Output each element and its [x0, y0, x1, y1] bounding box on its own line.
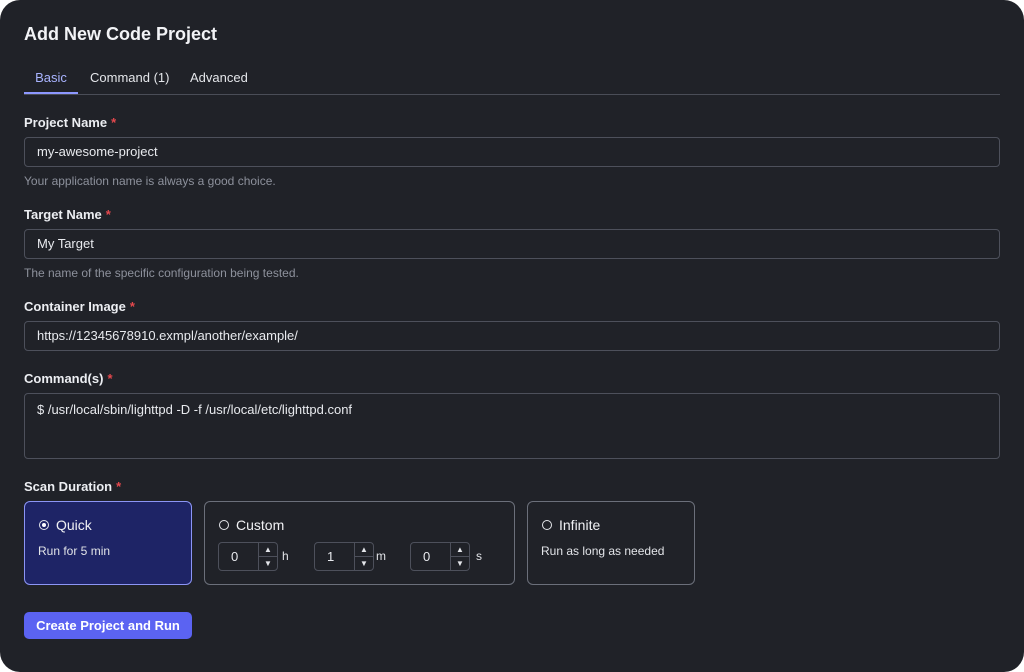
tab-command[interactable]: Command (1) [90, 66, 169, 93]
increment-icon[interactable]: ▲ [355, 543, 373, 557]
decrement-icon[interactable]: ▼ [259, 557, 277, 570]
create-project-button[interactable]: Create Project and Run [24, 612, 192, 639]
radio-unselected-icon[interactable] [542, 520, 552, 530]
hours-stepper[interactable]: 0 ▲ ▼ [218, 542, 278, 571]
commands-textarea[interactable]: $ /usr/local/sbin/lighttpd -D -f /usr/lo… [24, 393, 1000, 459]
seconds-spin-buttons: ▲ ▼ [450, 543, 469, 570]
tab-bar: Basic Command (1) Advanced [24, 66, 1000, 95]
duration-option-infinite[interactable]: Infinite Run as long as needed [527, 501, 695, 585]
decrement-icon[interactable]: ▼ [451, 557, 469, 570]
project-name-input[interactable]: my-awesome-project [24, 137, 1000, 167]
infinite-title: Infinite [559, 517, 601, 533]
radio-selected-icon[interactable] [39, 520, 49, 530]
commands-label: Command(s) * [24, 371, 113, 386]
increment-icon[interactable]: ▲ [259, 543, 277, 557]
add-project-dialog: Add New Code Project Basic Command (1) A… [0, 0, 1024, 672]
target-name-label: Target Name * [24, 207, 111, 222]
minutes-value[interactable]: 1 [327, 549, 334, 564]
seconds-value[interactable]: 0 [423, 549, 430, 564]
decrement-icon[interactable]: ▼ [355, 557, 373, 570]
project-name-help: Your application name is always a good c… [24, 174, 276, 188]
custom-title: Custom [236, 517, 285, 533]
duration-option-quick[interactable]: Quick Run for 5 min [24, 501, 192, 585]
required-mark: * [105, 207, 111, 222]
hours-spin-buttons: ▲ ▼ [258, 543, 277, 570]
radio-unselected-icon[interactable] [219, 520, 229, 530]
required-mark: * [129, 299, 135, 314]
minutes-unit: m [376, 549, 386, 563]
minutes-stepper[interactable]: 1 ▲ ▼ [314, 542, 374, 571]
tab-advanced[interactable]: Advanced [190, 66, 248, 93]
duration-option-custom[interactable]: Custom 0 ▲ ▼ h 1 ▲ ▼ m 0 ▲ ▼ s [204, 501, 515, 585]
container-image-label: Container Image * [24, 299, 135, 314]
project-name-label: Project Name * [24, 115, 117, 130]
scan-duration-label: Scan Duration * [24, 479, 122, 494]
hours-value[interactable]: 0 [231, 549, 238, 564]
increment-icon[interactable]: ▲ [451, 543, 469, 557]
container-image-input[interactable]: https://12345678910.exmpl/another/exampl… [24, 321, 1000, 351]
seconds-unit: s [476, 549, 482, 563]
required-mark: * [116, 479, 122, 494]
minutes-spin-buttons: ▲ ▼ [354, 543, 373, 570]
dialog-title: Add New Code Project [24, 24, 218, 44]
target-name-input[interactable]: My Target [24, 229, 1000, 259]
quick-description: Run for 5 min [38, 544, 111, 558]
target-name-help: The name of the specific configuration b… [24, 266, 299, 280]
quick-title: Quick [56, 517, 92, 533]
seconds-stepper[interactable]: 0 ▲ ▼ [410, 542, 470, 571]
infinite-description: Run as long as needed [541, 544, 665, 558]
hours-unit: h [282, 549, 289, 563]
required-mark: * [107, 371, 113, 386]
tab-basic[interactable]: Basic [24, 66, 78, 94]
required-mark: * [111, 115, 117, 130]
